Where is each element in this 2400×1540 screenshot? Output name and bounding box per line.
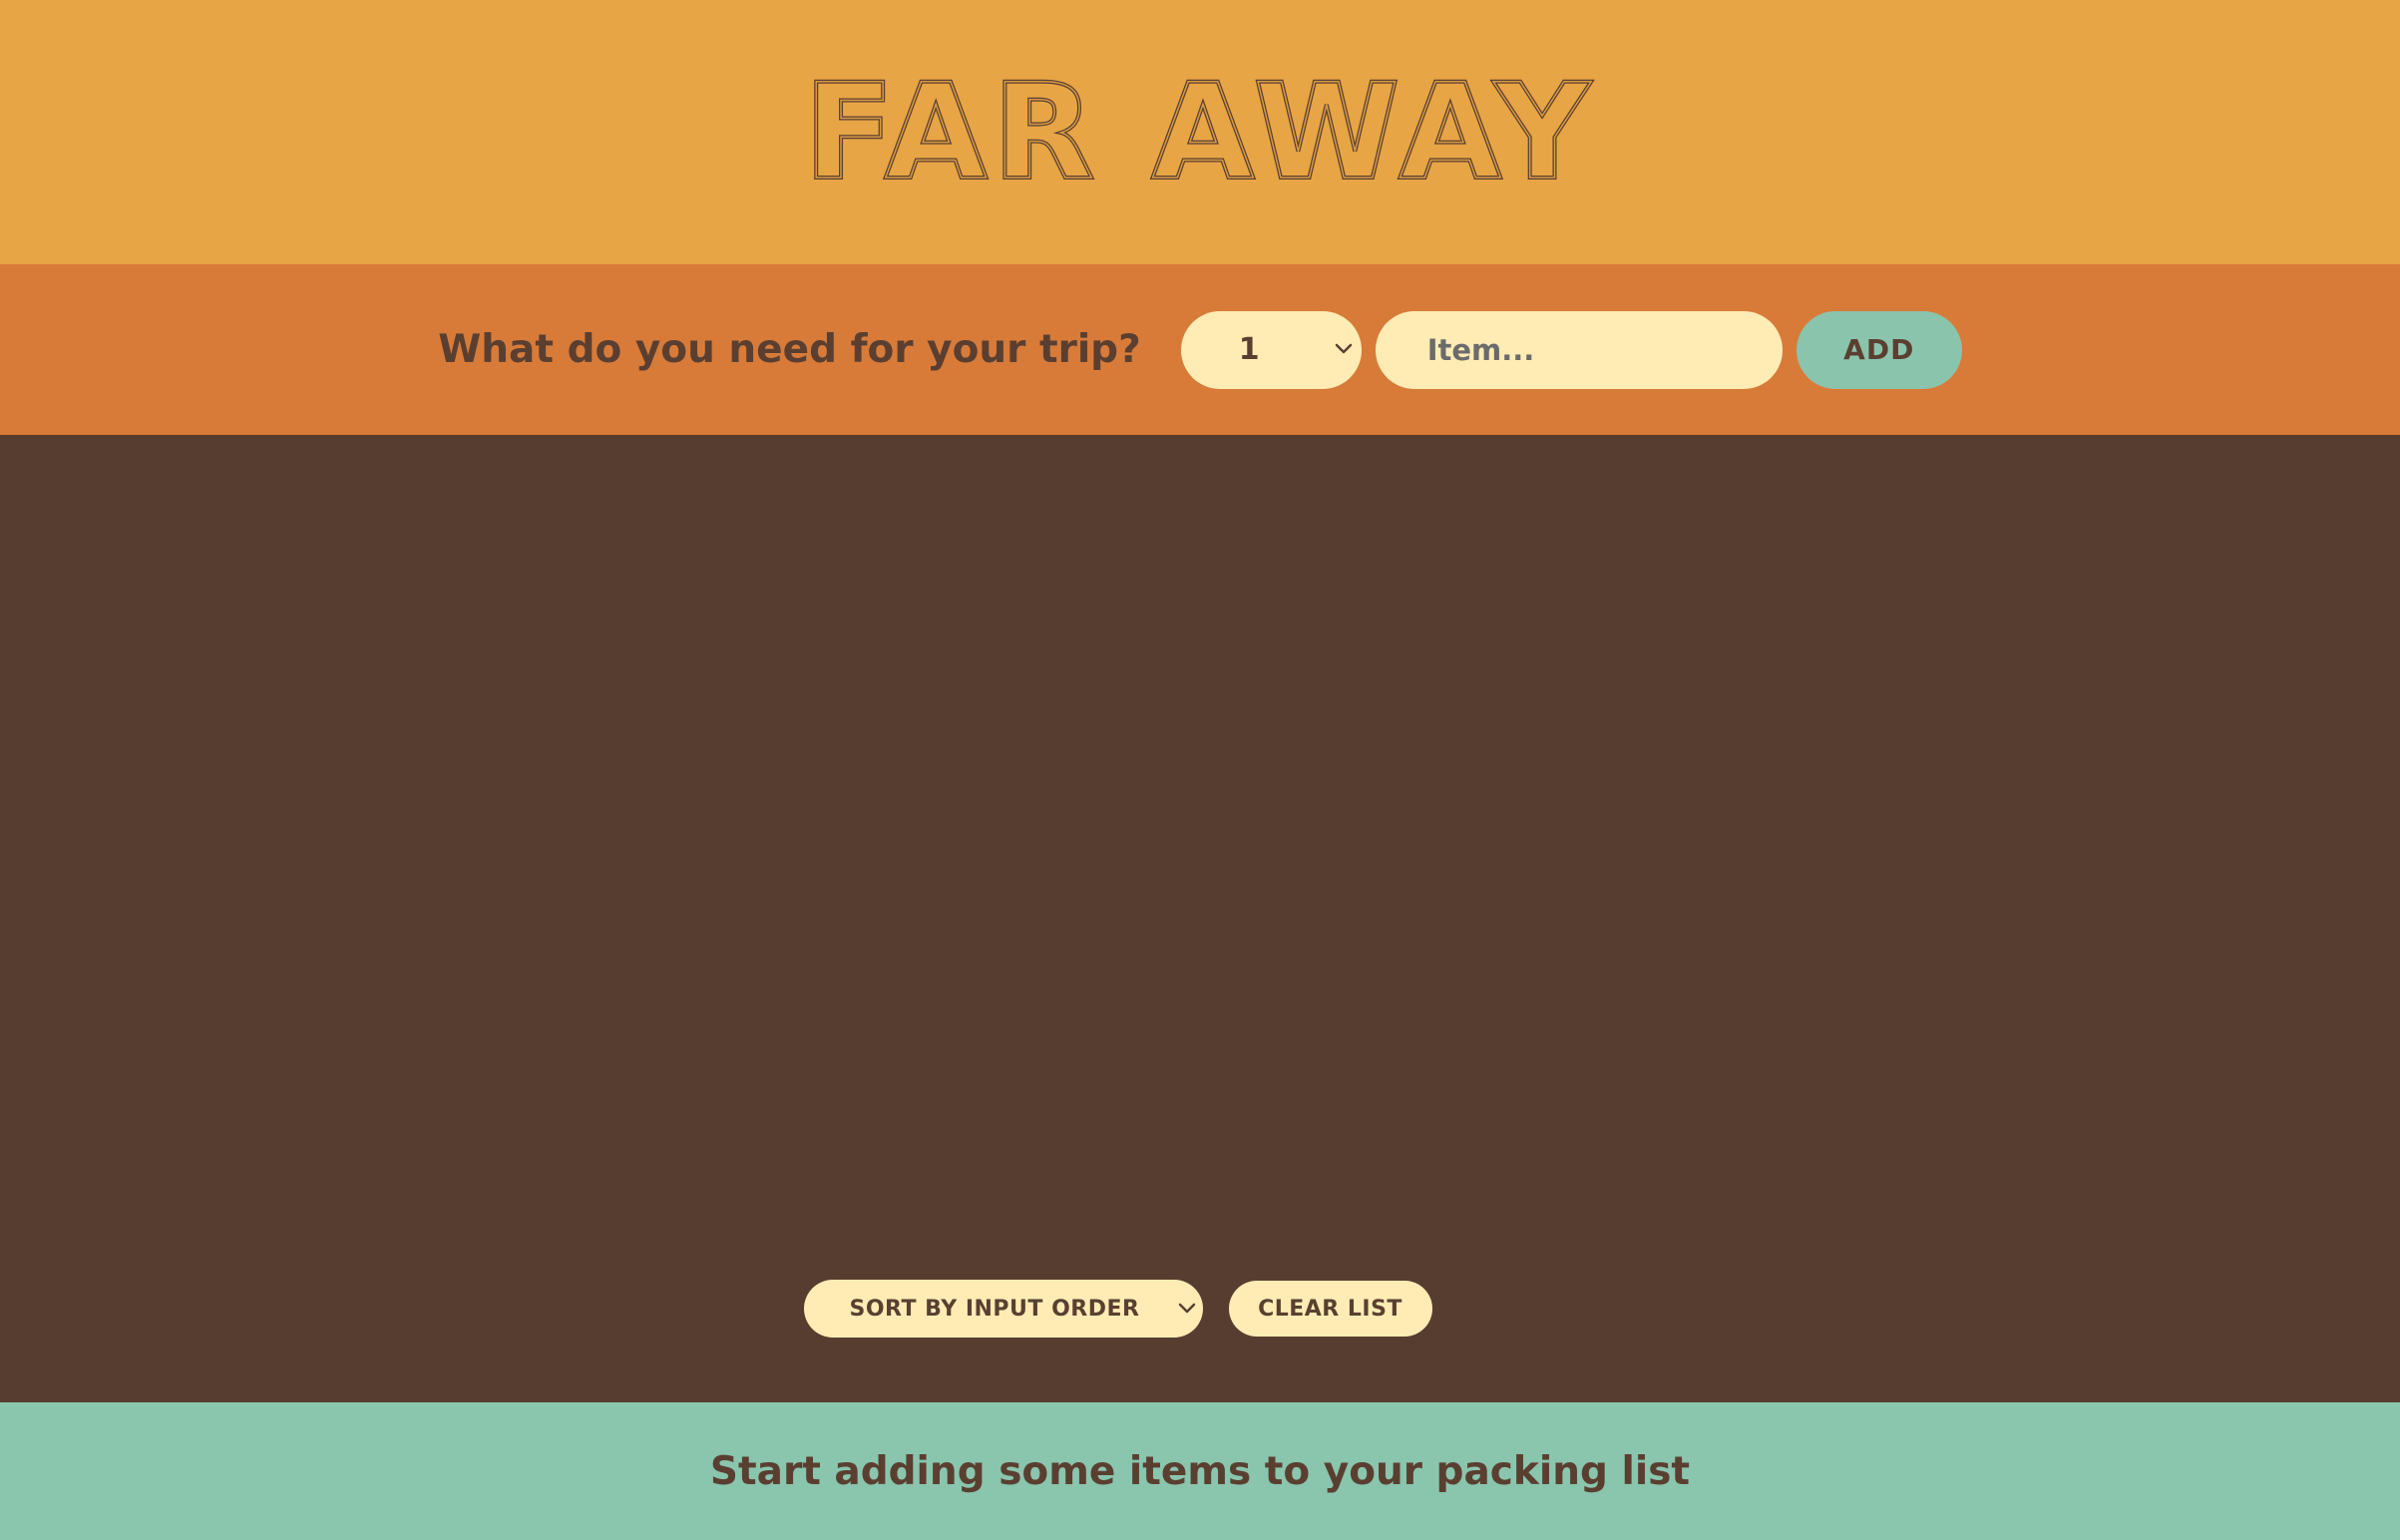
header: FAR AWAY FAR AWAY: [0, 0, 2400, 264]
quantity-select[interactable]: 1: [1180, 310, 1362, 389]
stats-text: Start adding some items to your packing …: [709, 1448, 1691, 1494]
form-question: What do you need for your trip?: [438, 327, 1141, 372]
app: FAR AWAY FAR AWAY What do you need for y…: [0, 0, 2400, 1540]
sort-select[interactable]: SORT BY INPUT ORDER: [803, 1280, 1203, 1338]
app-title-inline: FAR AWAY: [804, 68, 1596, 197]
chevron-down-icon: [1178, 1303, 1195, 1314]
chevron-down-icon: [1335, 343, 1352, 353]
quantity-value: 1: [1238, 332, 1260, 367]
list-actions: SORT BY INPUT ORDER CLEAR LIST: [0, 1280, 2400, 1338]
logo: FAR AWAY FAR AWAY: [802, 68, 1596, 197]
item-input[interactable]: Item...: [1375, 310, 1783, 389]
list-actions-row: SORT BY INPUT ORDER CLEAR LIST: [803, 1280, 1432, 1338]
clear-list-label: CLEAR LIST: [1258, 1296, 1402, 1322]
item-input-placeholder: Item...: [1426, 332, 1535, 367]
stats-footer: Start adding some items to your packing …: [0, 1402, 2400, 1540]
add-item-form: What do you need for your trip? 1 Item..…: [0, 264, 2400, 435]
packing-list: SORT BY INPUT ORDER CLEAR LIST: [0, 435, 2400, 1402]
clear-list-button[interactable]: CLEAR LIST: [1228, 1281, 1432, 1337]
sort-select-value: SORT BY INPUT ORDER: [849, 1296, 1140, 1322]
add-button[interactable]: ADD: [1796, 310, 1962, 389]
add-button-label: ADD: [1843, 333, 1915, 366]
